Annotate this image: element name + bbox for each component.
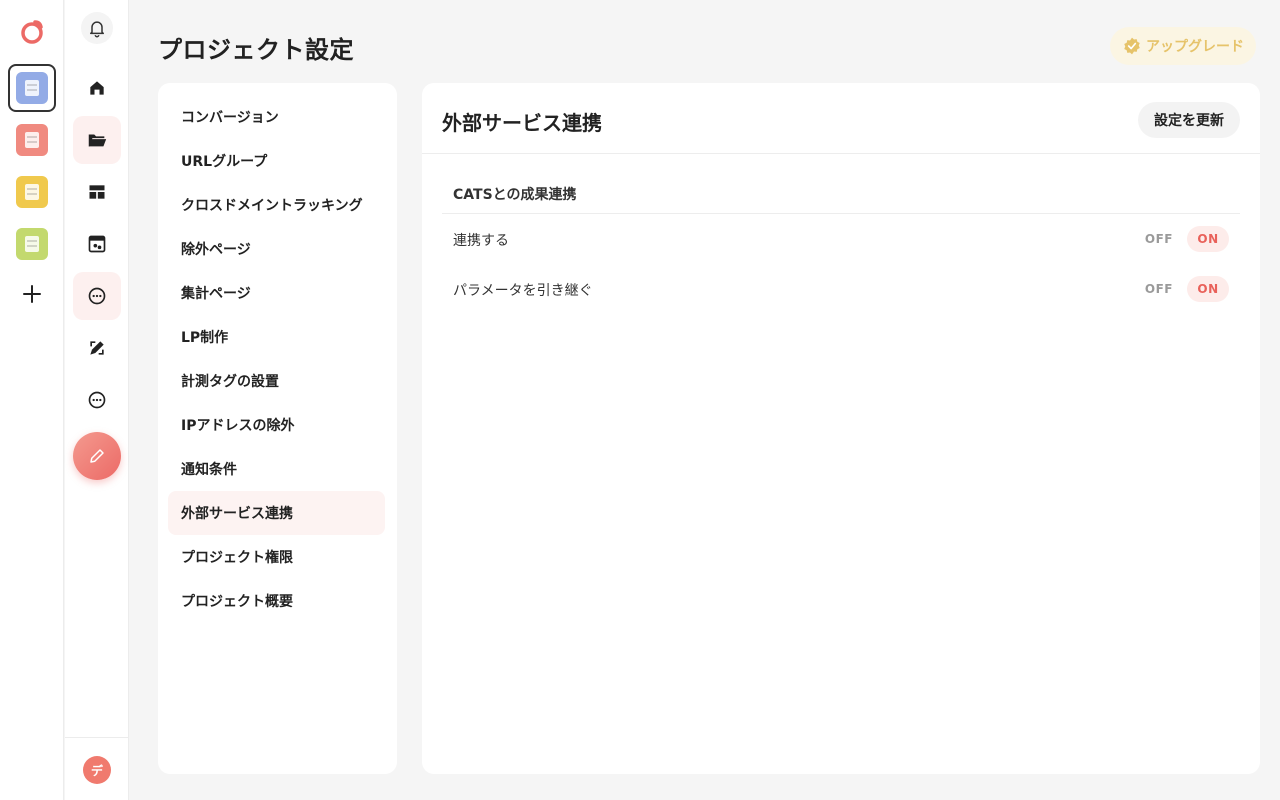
folder-open-icon (88, 134, 107, 147)
section-title: CATSとの成果連携 (453, 187, 577, 203)
settings-menu-item-permissions[interactable]: プロジェクト権限 (168, 535, 385, 579)
settings-menu-item-conversion[interactable]: コンバージョン (168, 95, 385, 139)
toggle-off-option[interactable]: OFF (1137, 226, 1181, 252)
section-divider (442, 213, 1240, 214)
settings-menu-item-ip-exclusion[interactable]: IPアドレスの除外 (168, 403, 385, 447)
nav-divider (65, 737, 128, 738)
app-logo-icon[interactable] (18, 18, 46, 46)
page-title: プロジェクト設定 (158, 36, 354, 64)
nav-home[interactable] (73, 64, 121, 112)
settings-menu-item-tag-install[interactable]: 計測タグの設置 (168, 359, 385, 403)
pencil-icon (90, 449, 104, 463)
nav-analytics[interactable] (73, 220, 121, 268)
document-icon (25, 80, 39, 96)
more-horizontal-icon (88, 287, 106, 305)
add-project-icon[interactable] (20, 282, 44, 306)
settings-menu-item-notifications[interactable]: 通知条件 (168, 447, 385, 491)
external-services-panel: 外部サービス連携 設定を更新 CATSとの成果連携 連携する OFF ON パラ… (422, 83, 1260, 774)
design-tools-icon (90, 341, 104, 355)
panel-divider (422, 153, 1260, 154)
toggle-off-option[interactable]: OFF (1137, 276, 1181, 302)
notifications-button[interactable] (81, 12, 113, 44)
project-switcher-2[interactable] (16, 124, 48, 156)
verified-badge-icon (1124, 37, 1140, 55)
settings-menu-item-external-services[interactable]: 外部サービス連携 (168, 491, 385, 535)
user-avatar[interactable]: デ (83, 756, 111, 784)
nav-dashboard[interactable] (73, 168, 121, 216)
document-icon (25, 236, 39, 252)
settings-menu-item-lp-creation[interactable]: LP制作 (168, 315, 385, 359)
settings-menu-item-aggregate-pages[interactable]: 集計ページ (168, 271, 385, 315)
update-settings-button[interactable]: 設定を更新 (1138, 102, 1240, 138)
settings-menu-item-overview[interactable]: プロジェクト概要 (168, 579, 385, 623)
compose-button[interactable] (73, 432, 121, 480)
project-rail (0, 0, 64, 800)
bell-icon (90, 21, 104, 38)
project-switcher-3[interactable] (16, 176, 48, 208)
project-switcher-4[interactable] (16, 228, 48, 260)
nav-design-tools[interactable] (73, 324, 121, 372)
toggle-on-option[interactable]: ON (1187, 276, 1229, 302)
nav-projects[interactable] (73, 116, 121, 164)
link-toggle[interactable]: OFF ON (1137, 226, 1229, 252)
home-icon (90, 81, 104, 95)
panel-title: 外部サービス連携 (442, 111, 602, 135)
document-icon (25, 184, 39, 200)
settings-menu-item-excluded-pages[interactable]: 除外ページ (168, 227, 385, 271)
more-circle-icon (88, 391, 106, 409)
settings-menu: コンバージョン URLグループ クロスドメイントラッキング 除外ページ 集計ペー… (158, 83, 397, 774)
analytics-icon (88, 235, 106, 253)
main-nav: デ (65, 0, 129, 800)
dashboard-icon (89, 185, 105, 199)
setting-label-parameters: パラメータを引き継ぐ (453, 283, 593, 299)
settings-menu-item-cross-domain[interactable]: クロスドメイントラッキング (168, 183, 385, 227)
nav-more-1[interactable] (73, 272, 121, 320)
upgrade-label: アップグレード (1146, 39, 1244, 55)
nav-more-2[interactable] (73, 376, 121, 424)
upgrade-button[interactable]: アップグレード (1110, 27, 1256, 65)
parameters-toggle[interactable]: OFF ON (1137, 276, 1229, 302)
toggle-on-option[interactable]: ON (1187, 226, 1229, 252)
project-switcher-1[interactable] (16, 72, 48, 104)
setting-label-link: 連携する (453, 233, 509, 249)
settings-menu-item-url-groups[interactable]: URLグループ (168, 139, 385, 183)
document-icon (25, 132, 39, 148)
